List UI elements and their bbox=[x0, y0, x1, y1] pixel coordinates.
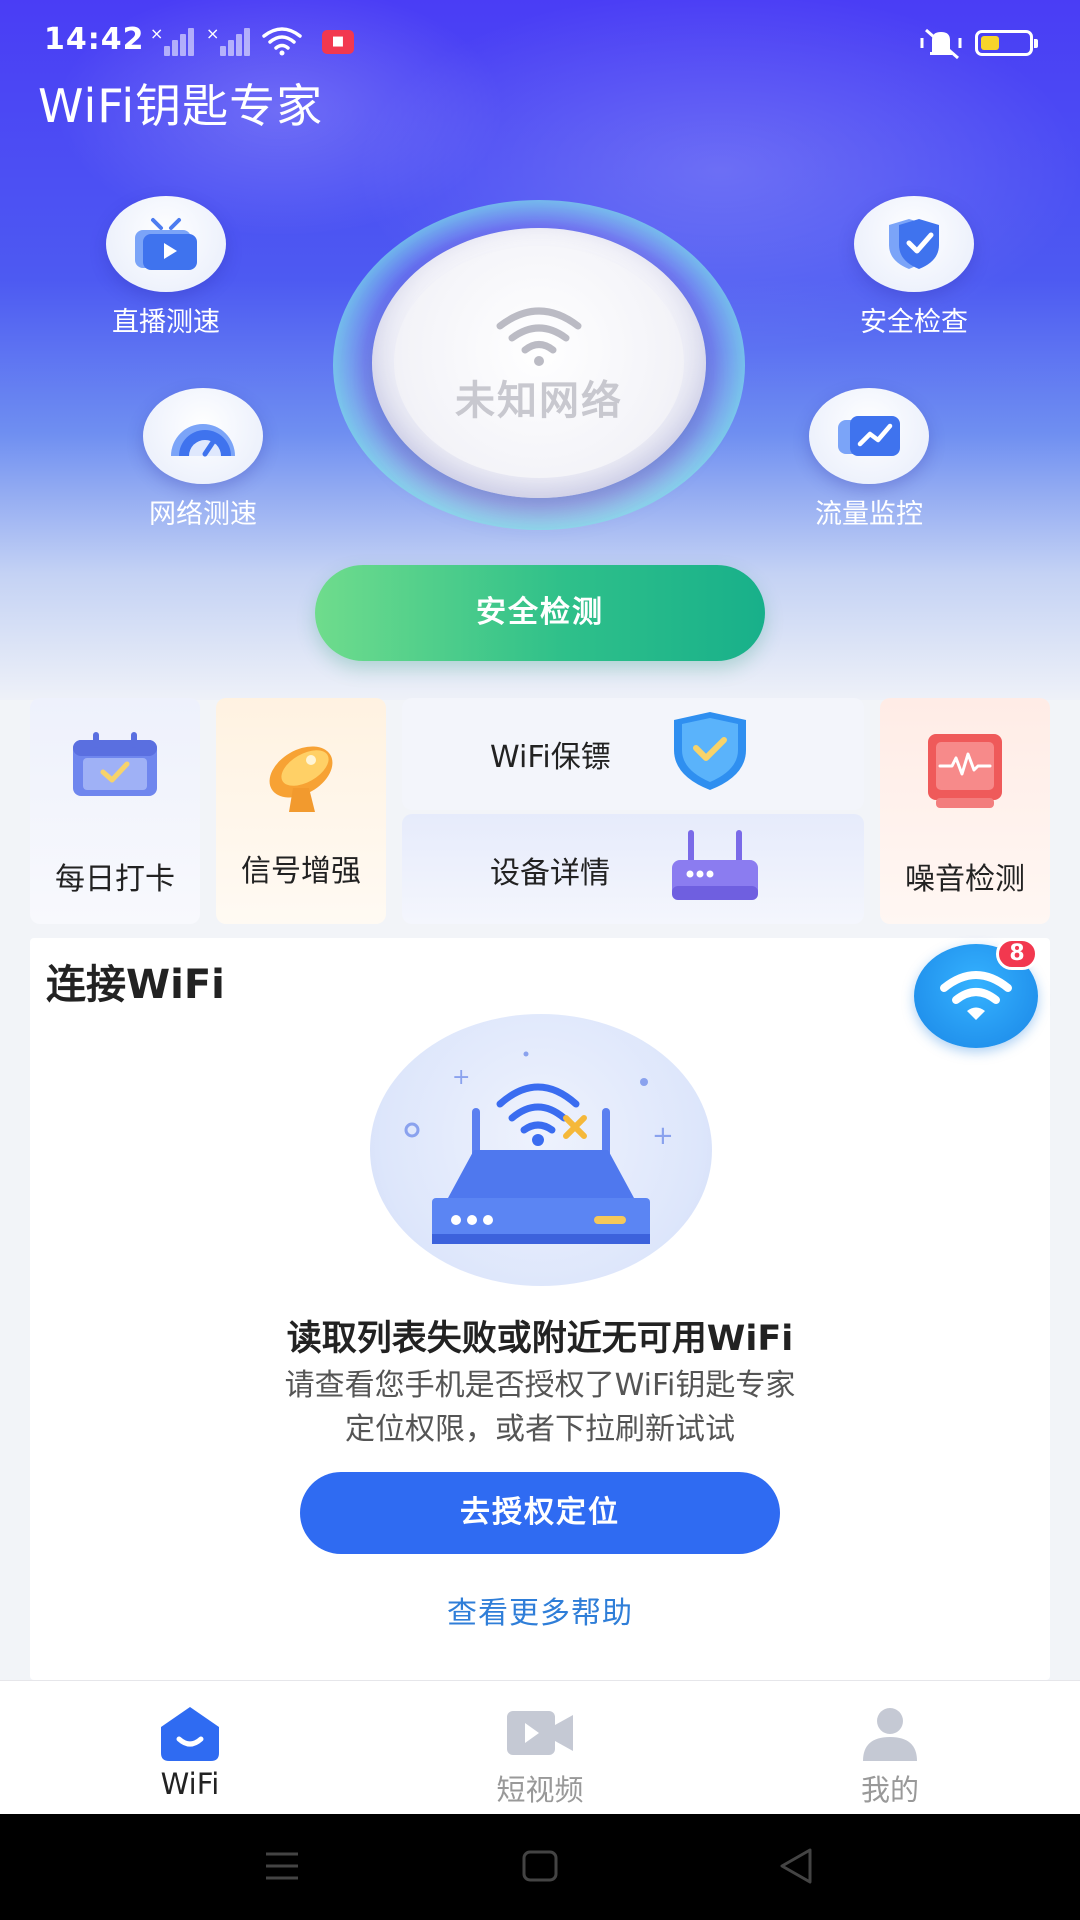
connect-wifi-card: 连接WiFi 8 + + 读取列表失败或附近无可用WiFi 请查看您手机是否授权… bbox=[30, 938, 1050, 1680]
noise-detect-label: 噪音检测 bbox=[905, 862, 1025, 897]
menu-icon[interactable] bbox=[262, 1846, 302, 1886]
svg-text:+: + bbox=[652, 1121, 674, 1151]
tab-me-label: 我的 bbox=[860, 1773, 919, 1807]
tab-short-video-label: 短视频 bbox=[496, 1773, 584, 1807]
screen-record-icon: ■ bbox=[322, 30, 354, 54]
noise-detect-tile[interactable]: 噪音检测 bbox=[880, 698, 1050, 924]
error-description: 请查看您手机是否授权了WiFi钥匙专家 定位权限，或者下拉刷新试试 bbox=[190, 1364, 890, 1452]
system-nav-bar bbox=[0, 1814, 1080, 1920]
app-title: WiFi钥匙专家 bbox=[38, 79, 324, 133]
vibrate-mute-icon bbox=[920, 28, 962, 60]
error-desc-line1: 请查看您手机是否授权了WiFi钥匙专家 bbox=[284, 1368, 796, 1403]
chart-line-icon bbox=[838, 416, 900, 456]
signal-boost-label: 信号增强 bbox=[241, 854, 361, 889]
device-detail-tile[interactable]: 设备详情 bbox=[402, 814, 864, 924]
connect-wifi-title: 连接WiFi bbox=[46, 962, 225, 1008]
security-scan-button[interactable]: 安全检测 bbox=[315, 565, 765, 661]
live-speed-button[interactable]: 直播测速 bbox=[76, 196, 256, 339]
calendar-check-icon bbox=[73, 732, 157, 796]
tab-wifi-label: WiFi bbox=[160, 1767, 220, 1801]
sound-wave-icon bbox=[928, 734, 1002, 808]
daily-checkin-label: 每日打卡 bbox=[55, 862, 175, 897]
notification-badge: 8 bbox=[996, 938, 1038, 970]
device-detail-label: 设备详情 bbox=[490, 856, 610, 891]
shield-check-icon bbox=[889, 219, 939, 269]
status-time: 14:42 bbox=[44, 22, 145, 57]
shield-check-icon bbox=[674, 712, 746, 790]
home-button-icon[interactable] bbox=[520, 1846, 560, 1886]
video-camera-icon bbox=[507, 1711, 573, 1755]
daily-checkin-tile[interactable]: 每日打卡 bbox=[30, 698, 200, 924]
router-icon bbox=[672, 830, 758, 900]
wifi-guard-label: WiFi保镖 bbox=[490, 740, 611, 775]
signal-2-icon: × bbox=[206, 24, 252, 56]
traffic-monitor-label: 流量监控 bbox=[815, 499, 923, 530]
net-speed-button[interactable]: 网络测速 bbox=[113, 388, 293, 531]
error-title: 读取列表失败或附近无可用WiFi bbox=[286, 1319, 794, 1359]
tab-me[interactable]: 我的 bbox=[710, 1681, 1070, 1815]
wifi-status-icon bbox=[262, 27, 302, 56]
net-speed-label: 网络测速 bbox=[149, 499, 257, 530]
wifi-icon bbox=[496, 307, 582, 366]
security-check-button[interactable]: 安全检查 bbox=[824, 196, 1004, 339]
tv-play-icon bbox=[135, 218, 197, 270]
tab-short-video[interactable]: 短视频 bbox=[360, 1681, 720, 1815]
satellite-dish-icon bbox=[269, 746, 333, 812]
back-icon[interactable] bbox=[776, 1846, 816, 1886]
more-help-link[interactable]: 查看更多帮助 bbox=[30, 1588, 1050, 1632]
security-check-label: 安全检查 bbox=[860, 307, 968, 338]
speedometer-icon bbox=[171, 424, 235, 457]
error-desc-line2: 定位权限，或者下拉刷新试试 bbox=[345, 1412, 735, 1447]
signal-boost-tile[interactable]: 信号增强 bbox=[216, 698, 386, 924]
wifi-guard-tile[interactable]: WiFi保镖 bbox=[402, 698, 864, 810]
battery-icon bbox=[975, 30, 1038, 56]
bottom-tab-bar: WiFi 短视频 我的 bbox=[0, 1680, 1080, 1814]
live-speed-label: 直播测速 bbox=[112, 307, 220, 338]
router-error-icon: + + bbox=[404, 1051, 674, 1244]
traffic-monitor-button[interactable]: 流量监控 bbox=[779, 388, 959, 531]
home-icon bbox=[161, 1707, 219, 1761]
router-illustration: + + bbox=[370, 1014, 712, 1286]
tab-wifi[interactable]: WiFi bbox=[10, 1681, 370, 1815]
signal-1-icon: × bbox=[150, 24, 196, 56]
network-status-button[interactable]: 未知网络 bbox=[372, 228, 706, 498]
svg-text:+: + bbox=[452, 1065, 470, 1090]
network-status-label: 未知网络 bbox=[455, 378, 623, 424]
authorize-location-button[interactable]: 去授权定位 bbox=[300, 1472, 780, 1554]
user-icon bbox=[863, 1708, 917, 1761]
